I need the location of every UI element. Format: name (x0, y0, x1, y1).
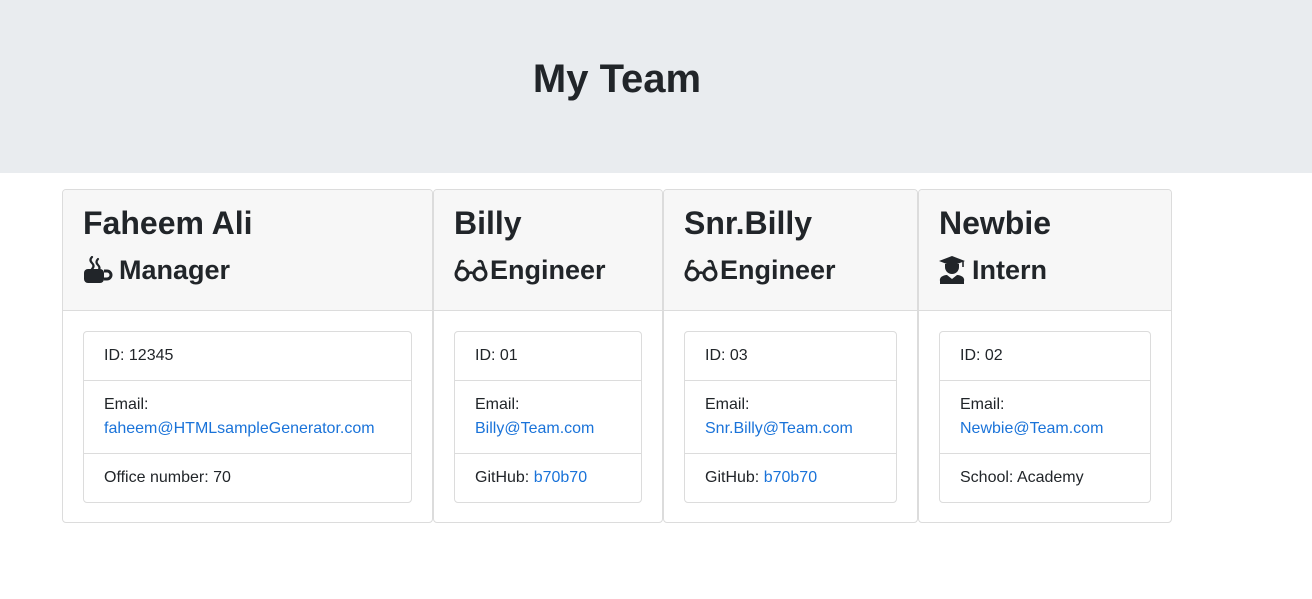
email-item: Email: Newbie@Team.com (940, 381, 1150, 454)
office-number-label: Office number: (104, 469, 209, 486)
school-label: School: (960, 469, 1014, 486)
card-header: Snr.Billy Engineer (664, 190, 917, 311)
github-label: GitHub: (475, 469, 530, 486)
employee-name: Snr.Billy (684, 205, 813, 241)
employee-role: Engineer (684, 254, 836, 286)
id-label: ID: (960, 347, 981, 364)
card-header: Faheem Ali Manager (63, 190, 432, 311)
employee-card-engineer: Snr.Billy Engineer ID: 03 Email: Snr.Bil… (663, 189, 918, 523)
email-item: Email: faheem@HTMLsampleGenerator.com (84, 381, 411, 454)
github-link[interactable]: b70b70 (534, 469, 587, 486)
school-value: Academy (1016, 469, 1084, 486)
id-value: 12345 (128, 347, 174, 364)
glasses-icon (684, 256, 718, 284)
email-label: Email: (104, 396, 149, 413)
info-list: ID: 12345 Email: faheem@HTMLsampleGenera… (83, 331, 412, 503)
email-label: Email: (475, 396, 520, 413)
id-value: 02 (984, 347, 1003, 364)
coffee-mug-icon (83, 256, 113, 284)
card-body: ID: 01 Email: Billy@Team.com GitHub: b70… (434, 311, 662, 522)
employee-role: Intern (939, 254, 1047, 286)
id-item: ID: 01 (455, 332, 641, 381)
email-item: Email: Snr.Billy@Team.com (685, 381, 896, 454)
employee-name: Billy (454, 205, 522, 241)
id-item: ID: 12345 (84, 332, 411, 381)
github-link[interactable]: b70b70 (764, 469, 817, 486)
email-link[interactable]: Snr.Billy@Team.com (705, 420, 853, 437)
office-number-item: Office number: 70 (84, 454, 411, 502)
card-header: Billy Engineer (434, 190, 662, 311)
card-body: ID: 12345 Email: faheem@HTMLsampleGenera… (63, 311, 432, 522)
id-item: ID: 02 (940, 332, 1150, 381)
office-number-value: 70 (213, 469, 231, 486)
email-link[interactable]: Billy@Team.com (475, 420, 594, 437)
employee-role: Engineer (454, 254, 606, 286)
page-title: My Team (532, 57, 702, 101)
id-label: ID: (104, 347, 125, 364)
email-link[interactable]: Newbie@Team.com (960, 420, 1103, 437)
email-link[interactable]: faheem@HTMLsampleGenerator.com (104, 420, 375, 437)
page-header: My Team (0, 0, 1312, 173)
id-item: ID: 03 (685, 332, 896, 381)
employee-name: Newbie (939, 205, 1052, 241)
info-list: ID: 03 Email: Snr.Billy@Team.com GitHub:… (684, 331, 897, 503)
info-list: ID: 01 Email: Billy@Team.com GitHub: b70… (454, 331, 642, 503)
id-label: ID: (705, 347, 726, 364)
github-item: GitHub: b70b70 (455, 454, 641, 502)
graduate-icon (939, 256, 966, 284)
role-label: Intern (972, 255, 1048, 285)
id-label: ID: (475, 347, 496, 364)
school-item: School: Academy (940, 454, 1150, 502)
github-item: GitHub: b70b70 (685, 454, 896, 502)
role-label: Engineer (720, 255, 836, 285)
id-value: 01 (499, 347, 518, 364)
github-label: GitHub: (705, 469, 760, 486)
employee-name: Faheem Ali (83, 205, 253, 241)
email-item: Email: Billy@Team.com (455, 381, 641, 454)
info-list: ID: 02 Email: Newbie@Team.com School: Ac… (939, 331, 1151, 503)
role-label: Manager (119, 255, 231, 285)
employee-card-intern: Newbie Intern ID: 02 Email: Newbie@Team.… (918, 189, 1172, 523)
card-body: ID: 03 Email: Snr.Billy@Team.com GitHub:… (664, 311, 917, 522)
employee-card-manager: Faheem Ali Manager ID: 12345 Email: fahe… (62, 189, 433, 523)
email-label: Email: (960, 396, 1005, 413)
employee-role: Manager (83, 254, 230, 286)
glasses-icon (454, 256, 488, 284)
card-header: Newbie Intern (919, 190, 1171, 311)
email-label: Email: (705, 396, 750, 413)
card-body: ID: 02 Email: Newbie@Team.com School: Ac… (919, 311, 1171, 522)
id-value: 03 (729, 347, 748, 364)
employee-card-engineer: Billy Engineer ID: 01 Email: Billy@Team.… (433, 189, 663, 523)
role-label: Engineer (490, 255, 606, 285)
